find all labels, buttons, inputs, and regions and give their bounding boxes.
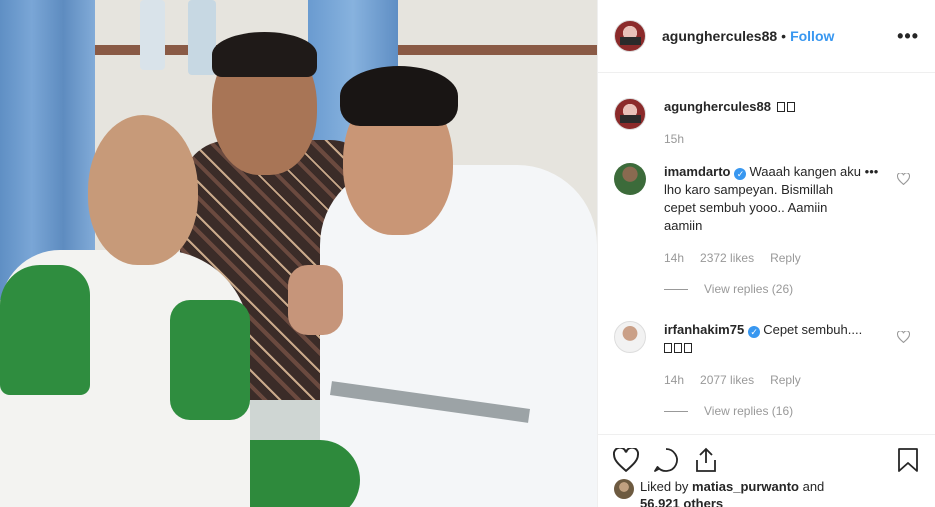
owner-username[interactable]: agunghercules88 (662, 28, 777, 44)
caption-avatar[interactable] (614, 98, 646, 130)
photo-person-left-sleeve (170, 300, 250, 420)
view-replies-line (664, 410, 688, 412)
liked-by-prefix: Liked by (640, 479, 689, 494)
comment-more-icon[interactable]: ••• (865, 164, 879, 179)
photo-iv-bag (140, 0, 165, 70)
liker-avatar[interactable] (614, 479, 634, 499)
post-side-panel: agunghercules88 • Follow ••• agunghercul… (597, 0, 935, 507)
caption-meta: 15h (664, 130, 920, 148)
comment-time: 14h (664, 251, 685, 265)
liked-by-text: Liked by matias_purwanto and 56,921 othe… (640, 478, 824, 507)
owner-avatar[interactable] (614, 20, 646, 52)
emoji-glyph-icon (684, 343, 692, 353)
view-replies-button[interactable]: View replies (16) (664, 404, 793, 418)
liked-by: Liked by matias_purwanto and 56,921 othe… (614, 478, 824, 507)
photo-person-left-head (88, 115, 198, 265)
view-replies-button[interactable]: View replies (26) (664, 282, 793, 296)
comment-avatar[interactable] (614, 163, 646, 195)
comment-body: imamdarto ✓ Waaah kangen aku ••• lho karo … (664, 163, 920, 267)
emoji-glyph-icon (674, 343, 682, 353)
instagram-post: agunghercules88 • Follow ••• agunghercul… (0, 0, 935, 507)
comment-avatar[interactable] (614, 321, 646, 353)
comment-text-line: Cepet sembuh.... (763, 322, 863, 337)
comment-username[interactable]: imamdarto (664, 164, 730, 179)
small-heart-icon[interactable] (896, 330, 911, 346)
caption-username[interactable]: agunghercules88 (664, 99, 771, 114)
comment-row: imamdarto ✓ Waaah kangen aku ••• lho karo … (614, 163, 920, 267)
comments-list[interactable]: agunghercules88 15h imamdarto ✓ Waaah kang… (598, 74, 935, 434)
caption-body: agunghercules88 15h (664, 98, 920, 148)
comment-text-line: cepet sembuh yooo.. Aamiin (664, 200, 828, 215)
photo-thumbs-up-hand (288, 265, 343, 335)
verified-badge-icon: ✓ (734, 168, 747, 180)
follow-button[interactable]: Follow (790, 28, 834, 44)
liked-by-user[interactable]: matias_purwanto (692, 479, 799, 494)
bookmark-icon[interactable] (894, 446, 922, 474)
caption-row: agunghercules88 15h (614, 98, 920, 148)
header-separator: • (781, 28, 787, 44)
comment-meta: 14h 2077 likes Reply (664, 371, 920, 389)
post-photo[interactable] (0, 0, 597, 507)
action-bar (598, 434, 935, 484)
comment-text-line: aamiin (664, 218, 703, 233)
view-replies-line (664, 288, 688, 290)
comment-username[interactable]: irfanhakim75 (664, 322, 744, 337)
post-header: agunghercules88 • Follow ••• (598, 0, 935, 73)
comment-time: 14h (664, 373, 685, 387)
reply-button[interactable]: Reply (770, 373, 801, 387)
comment-likes-count[interactable]: 2372 likes (700, 251, 754, 265)
verified-badge-icon: ✓ (748, 326, 761, 338)
comment-text-line: lho karo sampeyan. Bismillah (664, 182, 834, 197)
emoji-glyph-icon (786, 102, 795, 112)
liked-by-and: and (802, 479, 825, 494)
photo-person-left-sleeve (0, 265, 90, 395)
heart-icon[interactable] (612, 446, 640, 474)
comment-likes-count[interactable]: 2077 likes (700, 373, 754, 387)
comment-icon[interactable] (652, 446, 680, 474)
comment-body: irfanhakim75 ✓ Cepet sembuh.... 14h 2077 li… (664, 321, 920, 389)
comment-row: irfanhakim75 ✓ Cepet sembuh.... 14h 2077 li… (614, 321, 920, 389)
view-replies-label: View replies (26) (704, 282, 794, 296)
reply-button[interactable]: Reply (770, 251, 801, 265)
photo-person-right-hair (340, 66, 458, 126)
emoji-glyph-icon (776, 102, 785, 112)
liked-by-others[interactable]: 56,921 others (640, 496, 723, 507)
small-heart-icon[interactable] (896, 172, 911, 188)
comment-text-line: Waaah kangen aku (749, 164, 862, 179)
photo-person-middle-hair (212, 32, 317, 77)
emoji-glyph-icon (664, 343, 672, 353)
comment-meta: 14h 2372 likes Reply (664, 249, 920, 267)
view-replies-label: View replies (16) (704, 404, 794, 418)
more-options-icon[interactable]: ••• (897, 26, 919, 47)
caption-time: 15h (664, 132, 685, 146)
share-icon[interactable] (692, 446, 720, 474)
